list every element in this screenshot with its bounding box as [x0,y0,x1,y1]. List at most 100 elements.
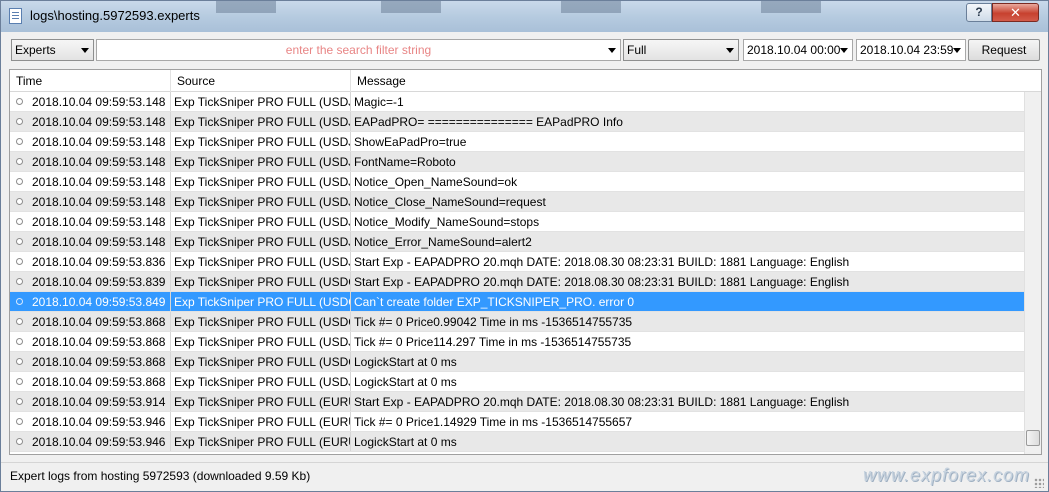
table-header: Time Source Message [10,70,1041,92]
cell-time: 2018.10.04 09:59:53.836 [10,252,171,272]
cell-source: Exp TickSniper PRO FULL (USDJPY,M1) [171,232,351,252]
cell-message: LogickStart at 0 ms [354,435,457,449]
cell-time: 2018.10.04 09:59:53.148 [10,192,171,212]
search-input[interactable]: enter the search filter string [96,39,621,61]
table-row[interactable]: 2018.10.04 09:59:53.868 Exp TickSniper PR… [10,352,1024,372]
log-table: Time Source Message 2018.10.04 09:59:53.… [9,69,1042,455]
log-window: logs\hosting.5972593.experts ? ✕ Experts… [0,0,1049,492]
cell-time: 2018.10.04 09:59:53.148 [10,232,171,252]
cell-message: EAPadPRO= =============== EAPadPRO Info [354,115,623,129]
cell-message: Can`t create folder EXP_TICKSNIPER_PRO. … [354,295,635,309]
cell-message: Notice_Modify_NameSound=stops [354,215,540,229]
date-from-value: 2018.10.04 00:00 [747,43,841,57]
help-button[interactable]: ? [966,3,992,22]
cell-source: Exp TickSniper PRO FULL (USDJPY,M1) [171,132,351,152]
resize-grip-icon[interactable] [1034,478,1044,488]
row-divider [10,451,1024,452]
cell-source: Exp TickSniper PRO FULL (USDCHF,M1) [171,292,351,312]
status-text: Expert logs from hosting 5972593 (downlo… [10,469,311,483]
cell-message: Tick #= 0 Price1.14929 Time in ms -15365… [354,415,633,429]
cell-message: Tick #= 0 Price0.99042 Time in ms -15365… [354,315,633,329]
cell-time: 2018.10.04 09:59:53.946 [10,432,171,452]
cell-source: Exp TickSniper PRO FULL (USDCHF,M1) [171,312,351,332]
cell-message: Start Exp - EAPADPRO 20.mqh DATE: 2018.0… [354,395,850,409]
cell-source: Exp TickSniper PRO FULL (EURUSD,M1) [171,432,351,452]
cell-source: Exp TickSniper PRO FULL (USDJPY,M1) [171,252,351,272]
date-to-value: 2018.10.04 23:59 [860,43,954,57]
table-row[interactable]: 2018.10.04 09:59:53.849 Exp TickSniper PR… [10,292,1024,312]
cell-message: Start Exp - EAPADPRO 20.mqh DATE: 2018.0… [354,255,850,269]
column-header-time[interactable]: Time [10,70,171,92]
table-row[interactable]: 2018.10.04 09:59:53.148 Exp TickSniper PR… [10,192,1024,212]
cell-source: Exp TickSniper PRO FULL (EURUSD,M1) [171,412,351,432]
cell-message: LogickStart at 0 ms [354,375,457,389]
table-row[interactable]: 2018.10.04 09:59:53.148 Exp TickSniper PR… [10,132,1024,152]
source-select-value: Experts [15,43,56,57]
chevron-down-icon [953,48,961,53]
source-select[interactable]: Experts [11,39,94,61]
cell-time: 2018.10.04 09:59:53.148 [10,92,171,112]
window-title: logs\hosting.5972593.experts [30,8,200,23]
cell-time: 2018.10.04 09:59:53.148 [10,112,171,132]
cell-time: 2018.10.04 09:59:53.946 [10,412,171,432]
cell-message: LogickStart at 0 ms [354,355,457,369]
cell-time: 2018.10.04 09:59:53.849 [10,292,171,312]
cell-message: Tick #= 0 Price114.297 Time in ms -15365… [354,335,632,349]
table-row[interactable]: 2018.10.04 09:59:53.839 Exp TickSniper PR… [10,272,1024,292]
cell-source: Exp TickSniper PRO FULL (USDJPY,M1) [171,372,351,392]
table-row[interactable]: 2018.10.04 09:59:53.946 Exp TickSniper PR… [10,412,1024,432]
cell-message: ShowEaPadPro=true [354,135,467,149]
cell-source: Exp TickSniper PRO FULL (USDJPY,M1) [171,192,351,212]
cell-time: 2018.10.04 09:59:53.868 [10,372,171,392]
cell-source: Exp TickSniper PRO FULL (USDJPY,M1) [171,112,351,132]
table-row[interactable]: 2018.10.04 09:59:53.868 Exp TickSniper PR… [10,372,1024,392]
cell-message: Notice_Error_NameSound=alert2 [354,235,532,249]
table-row[interactable]: 2018.10.04 09:59:53.148 Exp TickSniper PR… [10,92,1024,112]
column-header-message[interactable]: Message [351,70,1041,92]
cell-time: 2018.10.04 09:59:53.839 [10,272,171,292]
table-row[interactable]: 2018.10.04 09:59:53.946 Exp TickSniper PR… [10,432,1024,452]
table-row[interactable]: 2018.10.04 09:59:53.836 Exp TickSniper PR… [10,252,1024,272]
table-row[interactable]: 2018.10.04 09:59:53.148 Exp TickSniper PR… [10,232,1024,252]
cell-time: 2018.10.04 09:59:53.148 [10,132,171,152]
vertical-scrollbar[interactable] [1024,92,1041,454]
chevron-down-icon [840,48,848,53]
cell-message: Notice_Open_NameSound=ok [354,175,518,189]
cell-time: 2018.10.04 09:59:53.868 [10,312,171,332]
cell-time: 2018.10.04 09:59:53.868 [10,352,171,372]
cell-source: Exp TickSniper PRO FULL (USDJPY,M1) [171,152,351,172]
date-from-picker[interactable]: 2018.10.04 00:00 [743,39,853,61]
close-button[interactable]: ✕ [992,3,1039,22]
cell-time: 2018.10.04 09:59:53.148 [10,172,171,192]
table-row[interactable]: 2018.10.04 09:59:53.148 Exp TickSniper PR… [10,172,1024,192]
status-bar: Expert logs from hosting 5972593 (downlo… [1,462,1048,491]
cell-source: Exp TickSniper PRO FULL (USDJPY,M1) [171,172,351,192]
search-placeholder: enter the search filter string [285,43,432,57]
document-icon [9,8,22,24]
table-row[interactable]: 2018.10.04 09:59:53.148 Exp TickSniper PR… [10,152,1024,172]
cell-source: Exp TickSniper PRO FULL (USDCHF,M1) [171,352,351,372]
cell-source: Exp TickSniper PRO FULL (USDJPY,M1) [171,212,351,232]
cell-message: Notice_Close_NameSound=request [354,195,546,209]
table-row[interactable]: 2018.10.04 09:59:53.148 Exp TickSniper PR… [10,212,1024,232]
watermark-logo: www.expforex.com [863,465,1031,485]
cell-source: Exp TickSniper PRO FULL (USDCHF,M1) [171,272,351,292]
scrollbar-thumb[interactable] [1026,430,1040,446]
column-header-source[interactable]: Source [171,70,351,92]
table-row[interactable]: 2018.10.04 09:59:53.914 Exp TickSniper PR… [10,392,1024,412]
chevron-down-icon [608,48,616,53]
date-to-picker[interactable]: 2018.10.04 23:59 [856,39,966,61]
chevron-down-icon [81,48,89,53]
cell-message: FontName=Roboto [354,155,456,169]
level-select[interactable]: Full [623,39,739,61]
chevron-down-icon [726,48,734,53]
table-row[interactable]: 2018.10.04 09:59:53.868 Exp TickSniper PR… [10,312,1024,332]
cell-time: 2018.10.04 09:59:53.914 [10,392,171,412]
request-button[interactable]: Request [968,39,1040,61]
cell-source: Exp TickSniper PRO FULL (EURUSD,M1) [171,392,351,412]
cell-message: Magic=-1 [354,95,404,109]
table-body: 2018.10.04 09:59:53.148 Exp TickSniper PR… [10,92,1024,454]
cell-time: 2018.10.04 09:59:53.868 [10,332,171,352]
table-row[interactable]: 2018.10.04 09:59:53.868 Exp TickSniper PR… [10,332,1024,352]
table-row[interactable]: 2018.10.04 09:59:53.148 Exp TickSniper PR… [10,112,1024,132]
